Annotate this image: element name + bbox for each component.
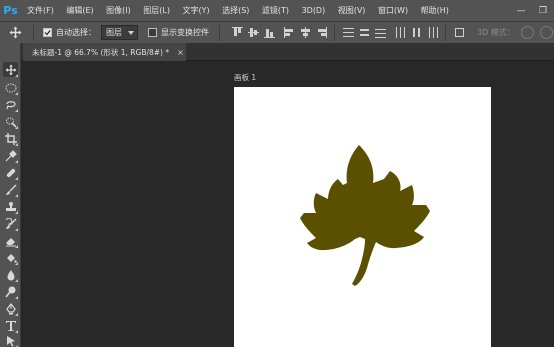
chevron-down-icon bbox=[128, 31, 134, 35]
show-transform-checkbox[interactable] bbox=[148, 28, 157, 37]
clone-stamp-tool[interactable] bbox=[3, 199, 18, 214]
brush-tool[interactable] bbox=[3, 182, 18, 197]
document-tab[interactable]: 未标题-1 @ 66.7% (形状 1, RGB/8#) * × bbox=[23, 43, 186, 61]
maple-leaf-shape[interactable] bbox=[234, 87, 491, 347]
separator bbox=[445, 24, 446, 41]
document-tab-title: 未标题-1 @ 66.7% (形状 1, RGB/8#) * bbox=[32, 47, 170, 57]
auto-align-layers-icon[interactable] bbox=[453, 26, 466, 39]
move-tool[interactable] bbox=[3, 62, 18, 77]
distribute-right-icon[interactable] bbox=[426, 26, 439, 39]
move-tool-preset[interactable] bbox=[0, 22, 30, 44]
menu-items: 文件(F) 编辑(E) 图像(I) 图层(L) 文字(Y) 选择(S) 滤镜(T… bbox=[27, 0, 461, 21]
document-tab-bar: 未标题-1 @ 66.7% (形状 1, RGB/8#) * × bbox=[21, 43, 554, 61]
menu-3d[interactable]: 3D(D) bbox=[302, 0, 326, 21]
crop-tool[interactable] bbox=[3, 131, 18, 146]
auto-select-checkbox[interactable] bbox=[43, 28, 52, 37]
path-selection-tool[interactable] bbox=[3, 333, 18, 347]
marquee-tool[interactable] bbox=[3, 80, 18, 95]
align-buttons bbox=[231, 24, 469, 41]
eyedropper-tool[interactable] bbox=[3, 148, 18, 163]
separator bbox=[334, 24, 335, 41]
menu-file[interactable]: 文件(F) bbox=[27, 0, 54, 21]
menu-view[interactable]: 视图(V) bbox=[338, 0, 366, 21]
mode-3d-label: 3D 模式： bbox=[477, 28, 515, 37]
pen-tool[interactable] bbox=[3, 301, 18, 316]
distribute-horizontal-centers-icon[interactable] bbox=[410, 26, 423, 39]
window-controls: — ❐ bbox=[510, 0, 554, 21]
menu-layer[interactable]: 图层(L) bbox=[143, 0, 170, 21]
history-brush-tool[interactable] bbox=[3, 216, 18, 231]
artboard[interactable] bbox=[234, 87, 491, 347]
menu-window[interactable]: 窗口(W) bbox=[378, 0, 408, 21]
photoshop-window: Ps 文件(F) 编辑(E) 图像(I) 图层(L) 文字(Y) 选择(S) 滤… bbox=[0, 0, 554, 347]
canvas-area[interactable]: 画板 1 bbox=[21, 61, 554, 347]
align-right-edges-icon[interactable] bbox=[315, 26, 328, 39]
orbit-3d-icon[interactable] bbox=[520, 26, 534, 39]
separator bbox=[219, 24, 220, 41]
restore-button[interactable]: ❐ bbox=[532, 0, 554, 21]
tools-panel bbox=[0, 43, 21, 347]
menu-filter[interactable]: 滤镜(T) bbox=[262, 0, 289, 21]
menu-type[interactable]: 文字(Y) bbox=[182, 0, 209, 21]
quick-select-tool[interactable] bbox=[3, 114, 18, 129]
distribute-bottom-icon[interactable] bbox=[374, 26, 387, 39]
menu-select[interactable]: 选择(S) bbox=[222, 0, 249, 21]
lasso-tool[interactable] bbox=[3, 97, 18, 112]
distribute-top-icon[interactable] bbox=[342, 26, 355, 39]
align-bottom-edges-icon[interactable] bbox=[263, 26, 276, 39]
move-icon bbox=[9, 26, 21, 39]
align-left-edges-icon[interactable] bbox=[283, 26, 296, 39]
close-icon[interactable]: × bbox=[177, 48, 184, 57]
eraser-tool[interactable] bbox=[3, 233, 18, 248]
align-top-edges-icon[interactable] bbox=[231, 26, 244, 39]
auto-select-label: 自动选择： bbox=[56, 28, 96, 37]
layer-select-dropdown[interactable]: 图层 bbox=[101, 25, 138, 40]
layer-select-value: 图层 bbox=[106, 28, 122, 37]
distribute-left-icon[interactable] bbox=[394, 26, 407, 39]
type-tool[interactable] bbox=[3, 318, 18, 333]
blur-tool[interactable] bbox=[3, 267, 18, 282]
minimize-button[interactable]: — bbox=[510, 0, 532, 21]
app-logo: Ps bbox=[3, 4, 18, 17]
menu-edit[interactable]: 编辑(E) bbox=[66, 0, 93, 21]
options-bar: 自动选择： 图层 显示变换控件 3D 模式： bbox=[0, 21, 554, 43]
align-horizontal-centers-icon[interactable] bbox=[299, 26, 312, 39]
distribute-vertical-centers-icon[interactable] bbox=[358, 26, 371, 39]
paint-bucket-tool[interactable] bbox=[3, 250, 18, 265]
menu-image[interactable]: 图像(I) bbox=[106, 0, 131, 21]
separator bbox=[33, 24, 34, 41]
roll-3d-icon[interactable] bbox=[539, 26, 553, 39]
menu-help[interactable]: 帮助(H) bbox=[421, 0, 449, 21]
healing-brush-tool[interactable] bbox=[3, 165, 18, 180]
artboard-label[interactable]: 画板 1 bbox=[234, 72, 256, 83]
menu-bar: Ps 文件(F) 编辑(E) 图像(I) 图层(L) 文字(Y) 选择(S) 滤… bbox=[0, 0, 554, 21]
align-vertical-centers-icon[interactable] bbox=[247, 26, 260, 39]
dodge-tool[interactable] bbox=[3, 284, 18, 299]
checkmark-icon bbox=[44, 30, 51, 36]
show-transform-label: 显示变换控件 bbox=[161, 28, 209, 37]
